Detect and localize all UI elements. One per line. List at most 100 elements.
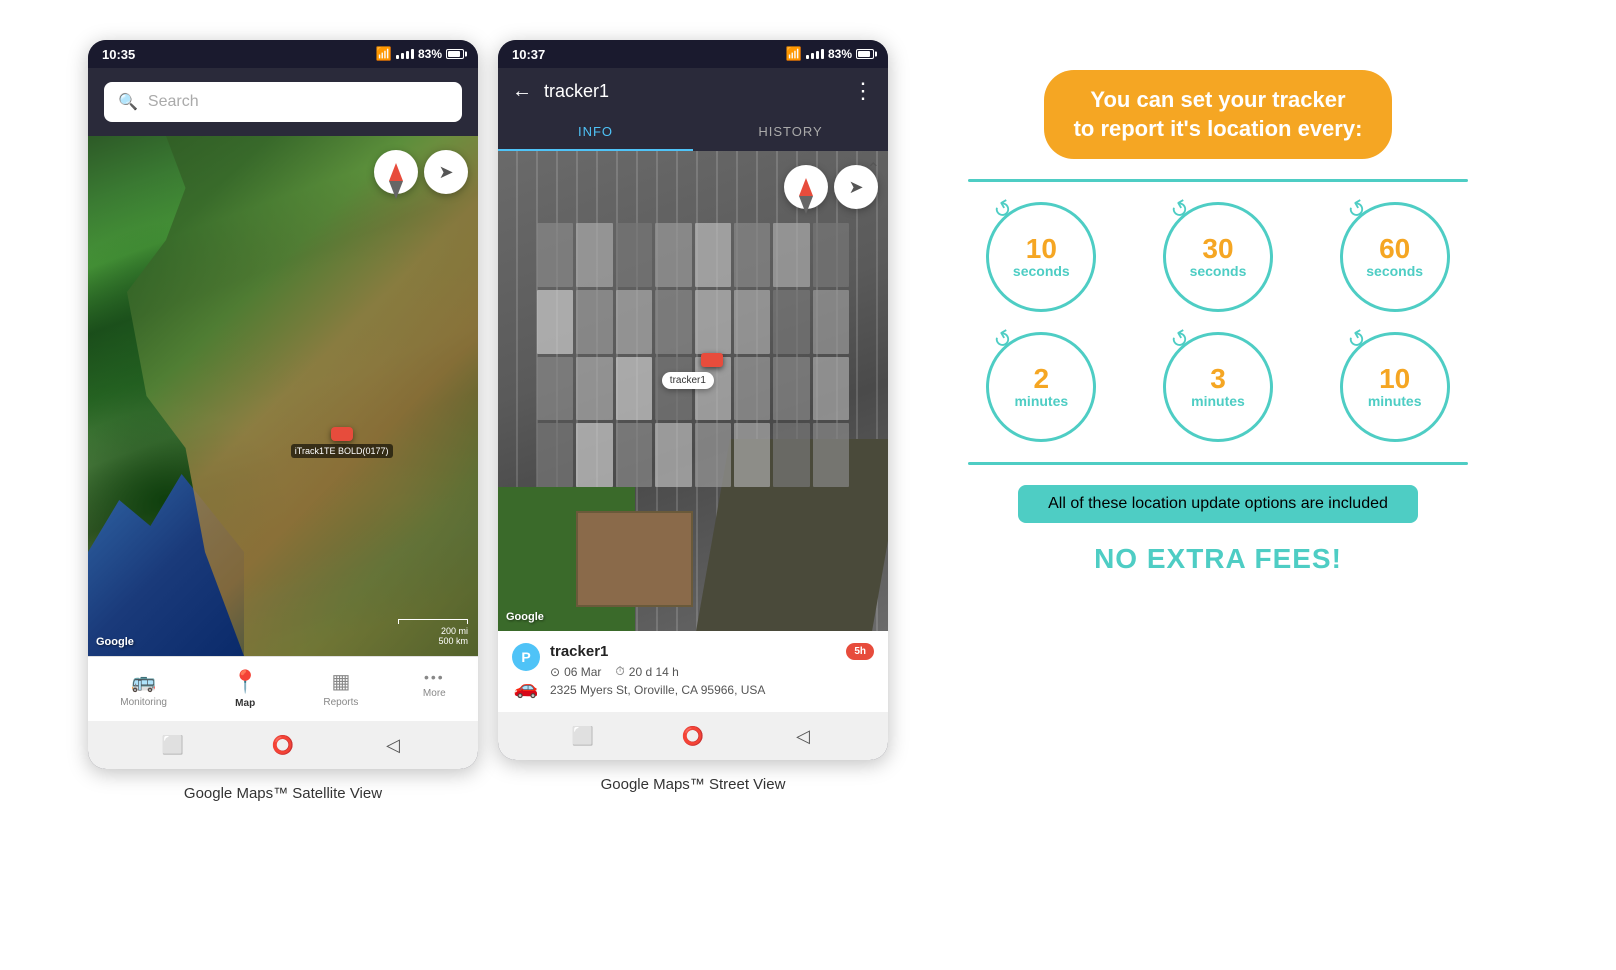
tab-info[interactable]: INFO: [498, 114, 693, 151]
tabs-bar: INFO HISTORY: [498, 114, 888, 151]
clock-icon: ⊙: [550, 665, 560, 679]
map-marker: iTrack1TE BOLD(0177): [291, 427, 393, 458]
arrow-icon: ↺: [1166, 194, 1195, 226]
arrow-icon: ↺: [1342, 194, 1371, 226]
time-number: 10: [1379, 365, 1410, 393]
time-number: 3: [1210, 365, 1226, 393]
tracker-date: ⊙ 06 Mar: [550, 664, 601, 679]
phone2-android-home[interactable]: ⭕: [679, 722, 707, 750]
phone2-battery-icon: [856, 49, 874, 59]
teal-divider-bottom: [968, 462, 1468, 465]
time-circle: ↺ 30 seconds: [1163, 202, 1273, 312]
map-icon: 📍: [231, 669, 258, 695]
search-placeholder: Search: [148, 93, 199, 111]
battery-icon: [446, 49, 464, 59]
phone2-android-recents[interactable]: ◁: [789, 722, 817, 750]
building-top: [576, 511, 693, 607]
phone2-caption: Google Maps™ Street View: [601, 776, 786, 793]
time-unit: minutes: [1368, 393, 1422, 409]
nav-reports-label: Reports: [323, 697, 358, 708]
tracker-detail-name: tracker1: [550, 643, 608, 660]
tracker-label-bubble: tracker1: [662, 372, 714, 389]
time-circle: ↺ 10 minutes: [1340, 332, 1450, 442]
street-compass-button[interactable]: [784, 165, 828, 209]
map-scale: 200 mi 500 km: [398, 619, 468, 646]
nav-monitoring-label: Monitoring: [120, 697, 167, 708]
tracker-details: tracker1 5h ⊙ 06 Mar ⏱ 20 d 14 h 2325: [550, 643, 874, 697]
search-bar[interactable]: 🔍 Search: [104, 82, 462, 122]
phone2-signal-icon: [806, 49, 824, 59]
banner-text: All of these location update options are…: [1048, 495, 1388, 512]
phone2-battery-pct: 83%: [828, 47, 852, 61]
time-circle: ↺ 60 seconds: [1340, 202, 1450, 312]
nav-map[interactable]: 📍 Map: [219, 665, 270, 713]
timer-icon: ⏱: [615, 664, 624, 679]
nav-monitoring[interactable]: 🚌 Monitoring: [108, 665, 179, 713]
phone2-wifi-icon: 📶: [786, 46, 802, 62]
time-unit: seconds: [1190, 263, 1247, 279]
street-direction-icon: ➤: [848, 177, 863, 198]
time-unit: seconds: [1013, 263, 1070, 279]
circle-10s: ↺ 10 seconds: [968, 202, 1115, 312]
android-nav: ⬜ ⭕ ◁: [88, 721, 478, 769]
monitoring-icon: 🚌: [131, 669, 156, 694]
google-logo: Google: [96, 636, 134, 648]
phone2-android-back[interactable]: ⬜: [569, 722, 597, 750]
time-circle: ↺ 3 minutes: [1163, 332, 1273, 442]
nav-reports[interactable]: ▦ Reports: [311, 665, 370, 713]
back-button[interactable]: ←: [512, 80, 532, 103]
time-number: 10: [1026, 235, 1057, 263]
car-icon: 🚗: [514, 675, 539, 700]
time-circles-grid: ↺ 10 seconds ↺ 30 seconds ↺ 60 seconds ↺…: [968, 202, 1468, 442]
search-icon: 🔍: [118, 92, 138, 112]
tracker-duration: ⏱ 20 d 14 h: [615, 664, 678, 679]
android-recents[interactable]: ◁: [379, 731, 407, 759]
tracker-header: ← tracker1 ⋮: [498, 68, 888, 114]
android-back[interactable]: ⬜: [159, 731, 187, 759]
time-number: 2: [1034, 365, 1050, 393]
time-unit: minutes: [1014, 393, 1068, 409]
more-menu-button[interactable]: ⋮: [852, 78, 874, 104]
phone1-caption: Google Maps™ Satellite View: [184, 785, 382, 802]
street-google-logo: Google: [506, 611, 544, 623]
signal-icon: [396, 49, 414, 59]
scale-text-1: 200 mi: [398, 626, 468, 636]
phone2-mockup: 10:37 📶 83% ← tracker1 ⋮: [498, 40, 888, 760]
circle-10m: ↺ 10 minutes: [1321, 332, 1468, 442]
compass-button[interactable]: [374, 150, 418, 194]
phone1-time: 10:35: [102, 47, 135, 62]
tracker-icon-wrap: P 🚗: [512, 643, 540, 700]
direction-button[interactable]: ➤: [424, 150, 468, 194]
time-number: 60: [1379, 235, 1410, 263]
headline-box: You can set your tracker to report it's …: [1044, 70, 1393, 159]
compass-needle: [389, 163, 403, 181]
tracker-meta: ⊙ 06 Mar ⏱ 20 d 14 h: [550, 664, 874, 679]
tab-history[interactable]: HISTORY: [693, 114, 888, 151]
time-badge: 5h: [846, 643, 874, 660]
time-unit: minutes: [1191, 393, 1245, 409]
android-home[interactable]: ⭕: [269, 731, 297, 759]
tracker-title: tracker1: [544, 81, 840, 102]
street-car-marker: [701, 353, 723, 367]
direction-icon: ➤: [438, 162, 453, 183]
tracker-info-row: P 🚗 tracker1 5h ⊙ 06 Mar ⏱: [512, 643, 874, 700]
phone2-status-bar: 10:37 📶 83%: [498, 40, 888, 68]
time-circle: ↺ 2 minutes: [986, 332, 1096, 442]
chevron-up-icon[interactable]: ⌃: [867, 159, 880, 179]
satellite-map[interactable]: ➤ iTrack1TE BOLD(0177) Google 200 mi 500…: [88, 136, 478, 656]
teal-divider-top: [968, 179, 1468, 182]
aerial-map[interactable]: ➤ tracker1 Google ⌃: [498, 151, 888, 631]
time-circle: ↺ 10 seconds: [986, 202, 1096, 312]
phone2-android-nav: ⬜ ⭕ ◁: [498, 712, 888, 760]
nav-more[interactable]: ••• More: [411, 665, 458, 713]
phone2-time: 10:37: [512, 47, 545, 62]
arrow-icon: ↺: [989, 324, 1018, 356]
headline-text: You can set your tracker to report it's …: [1074, 86, 1363, 143]
arrow-icon: ↺: [1342, 324, 1371, 356]
nav-map-label: Map: [235, 698, 255, 709]
car-marker: [331, 427, 353, 441]
info-panel: P 🚗 tracker1 5h ⊙ 06 Mar ⏱: [498, 631, 888, 712]
street-compass-needle: [799, 178, 813, 196]
time-number: 30: [1202, 235, 1233, 263]
wifi-icon: 📶: [376, 46, 392, 62]
